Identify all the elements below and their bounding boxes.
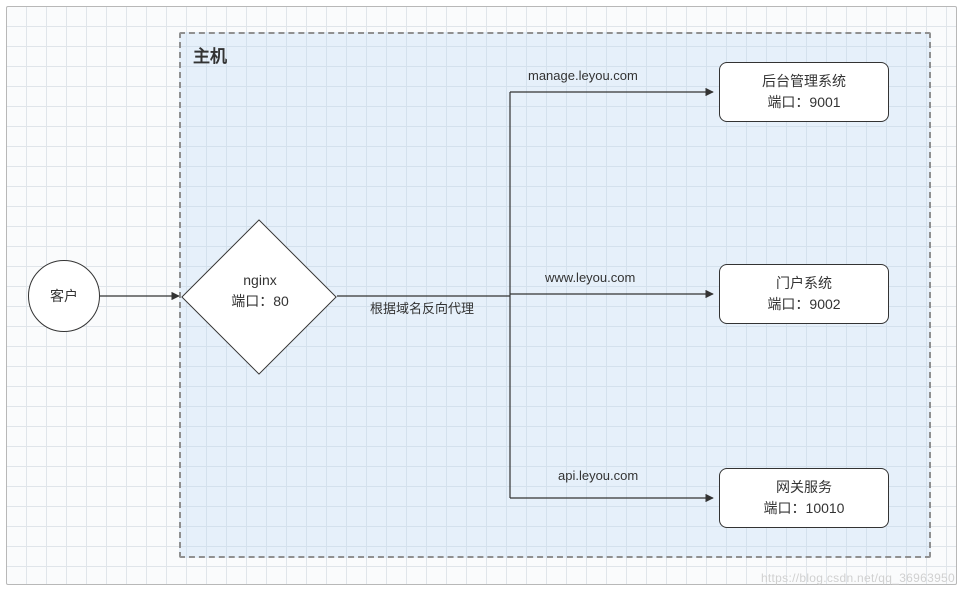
domain-manage-label: manage.leyou.com (528, 68, 638, 83)
service-manage-port: 端口：9001 (767, 92, 840, 113)
service-portal-port: 端口：9002 (767, 294, 840, 315)
domain-www-label: www.leyou.com (545, 270, 635, 285)
host-title: 主机 (193, 42, 227, 67)
nginx-name: nginx (180, 270, 340, 291)
domain-api-label: api.leyou.com (558, 468, 638, 483)
proxy-label: 根据域名反向代理 (370, 298, 474, 317)
service-manage-name: 后台管理系统 (762, 71, 846, 92)
client-label: 客户 (50, 286, 78, 306)
service-portal-name: 门户系统 (776, 273, 832, 294)
service-gateway-name: 网关服务 (776, 477, 832, 498)
client-node: 客户 (28, 260, 100, 332)
service-portal: 门户系统 端口：9002 (719, 264, 889, 324)
nginx-label: nginx 端口：80 (180, 270, 340, 312)
nginx-port: 端口：80 (180, 291, 340, 312)
service-gateway: 网关服务 端口：10010 (719, 468, 889, 528)
watermark: https://blog.csdn.net/qq_36963950 (761, 571, 955, 585)
service-gateway-port: 端口：10010 (764, 498, 845, 519)
service-manage: 后台管理系统 端口：9001 (719, 62, 889, 122)
